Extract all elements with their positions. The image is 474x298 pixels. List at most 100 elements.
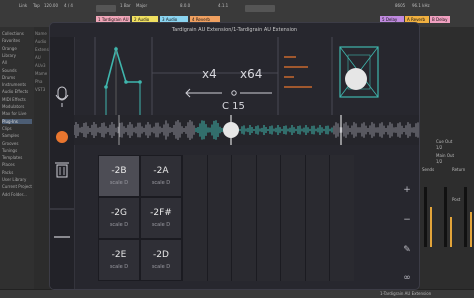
pad-note: -2B [111,166,127,176]
browser-item[interactable]: VST3 [35,87,45,92]
pad-cell[interactable]: -2G scale D [98,197,140,239]
sidebar-item[interactable]: Places [2,162,15,167]
sidebar-item[interactable]: Max for Live [2,111,26,116]
sidebar-item[interactable]: Audio Effects [2,89,28,94]
main-fader[interactable] [464,187,467,247]
sidebar-item[interactable]: All [2,60,7,65]
sidebar-item[interactable]: Library [2,53,16,58]
note-value[interactable]: C 15 [222,101,245,112]
pad-column[interactable] [329,155,354,281]
browser-item[interactable]: Pha [35,79,42,84]
pad-scale: scale D [109,222,129,228]
main-out-label: Main Out [436,153,455,158]
return-meter [450,217,452,247]
plugin-title: Tardigrain AU Extension/1-Tardigrain AU … [171,27,298,33]
multiplier-a[interactable]: x4 [202,67,217,81]
pad-cell[interactable]: -2B scale D [98,155,140,197]
pad-cell[interactable]: -2A scale D [140,155,182,197]
link-button[interactable]: Link [19,3,27,8]
sidebar-item[interactable]: Current Project [2,184,32,189]
multiplier-b[interactable]: x64 [240,67,262,81]
browser-item[interactable]: Audio [35,39,46,44]
main-meter [470,212,472,247]
sidebar-item[interactable]: User Library [2,177,26,182]
sidebar-item[interactable]: Drums [2,75,15,80]
browser-item[interactable]: Name [35,31,47,36]
pad-cell[interactable]: -2D scale D [140,239,182,281]
mixer-panel: Cue Out 1/2 Main Out 1/2 Sends Return Po… [420,27,474,289]
sends-label: Sends [422,167,435,172]
track-header[interactable]: B Delay [430,16,450,23]
sidebar-item[interactable]: MIDI Effects [2,97,26,102]
pad-scale: scale D [109,264,129,270]
pad-scale: scale D [109,180,129,186]
envelope-curve [105,46,140,88]
sidebar-item[interactable]: Templates [2,155,22,160]
main-out-select[interactable]: 1/2 [436,159,442,164]
cue-out-select[interactable]: 1/2 [436,145,442,150]
time-signature[interactable]: 4 / 4 [64,3,73,8]
pad-column[interactable] [304,155,329,281]
xy-handle-icon [345,68,367,90]
plugin-tool-strip [50,37,75,289]
transport-controls[interactable] [96,5,116,12]
sidebar-item[interactable]: Add Folder... [2,192,27,197]
pencil-icon[interactable]: ✎ [395,245,419,255]
plus-icon[interactable]: + [395,185,419,195]
track-fader[interactable] [424,187,427,247]
pad-note: -2F# [150,208,172,218]
pad-column[interactable] [255,155,280,281]
pad-note: -2D [153,250,169,260]
sidebar-item[interactable]: Plug-Ins [2,118,32,124]
browser-item[interactable]: Mame [35,71,47,76]
level-meter [430,207,432,247]
pad-column[interactable] [182,155,207,281]
sidebar-item[interactable]: Tunings [2,148,17,153]
cpu-display: 8605 [395,3,406,8]
pad-note: -2G [111,208,127,218]
scale-menu[interactable]: Major [136,3,147,8]
sidebar-item[interactable]: Clips [2,126,12,131]
quantize-menu[interactable]: 1 Bar [120,3,131,8]
song-position: 4.1.1 [218,3,229,8]
trash-icon[interactable] [55,162,69,178]
sidebar-item[interactable]: Orange [2,46,17,51]
cue-out-label: Cue Out [436,139,453,144]
return-fader[interactable] [444,187,447,247]
sidebar-item[interactable]: Packs [2,170,13,175]
record-icon[interactable] [56,131,68,143]
envelope-panel: x4 x64 C 15 [50,37,419,115]
pad-scale: scale D [151,222,171,228]
pad-column[interactable] [231,155,256,281]
sidebar-item[interactable]: Instruments [2,82,26,87]
sidebar-item[interactable]: Samples [2,133,19,138]
pad-column[interactable] [280,155,305,281]
sidebar-item[interactable]: Collections [2,31,24,36]
pad-scale: scale D [151,264,171,270]
sample-rate: 96.1 kHz [412,3,430,8]
sidebar-item[interactable]: Grooves [2,141,18,146]
microphone-icon[interactable] [55,86,69,107]
pad-scale: scale D [151,180,171,186]
browser-item[interactable]: AU [35,55,41,60]
sidebar-item[interactable]: Modulators [2,104,24,109]
loop-icon[interactable]: ∞ [395,273,419,283]
minus-icon[interactable]: − [395,215,419,225]
pad-tools: + − ✎ ∞ [395,145,419,289]
return-label: Return [452,167,466,172]
waveform-display[interactable] [73,115,419,145]
sidebar-item[interactable]: Favorites [2,38,20,43]
pad-column[interactable] [206,155,231,281]
pad-cell[interactable]: -2E scale D [98,239,140,281]
tap-button[interactable]: Tap [33,3,40,8]
browser-sidebar: Collections Favorites Orange Library All Soun… [0,27,35,289]
pad-cell[interactable]: -2F# scale D [140,197,182,239]
tempo-display[interactable]: 120.00 [44,3,58,8]
loop-region[interactable] [245,5,275,12]
post-label: Post [452,197,461,202]
pad-note: -2A [153,166,169,176]
browser-item[interactable]: AUv3 [35,63,46,68]
pad-grid: -2B scale D -2A scale D -2G scale D -2F# scale … [74,145,419,289]
pad-note: -2E [111,250,127,260]
sidebar-item[interactable]: Sounds [2,68,17,73]
